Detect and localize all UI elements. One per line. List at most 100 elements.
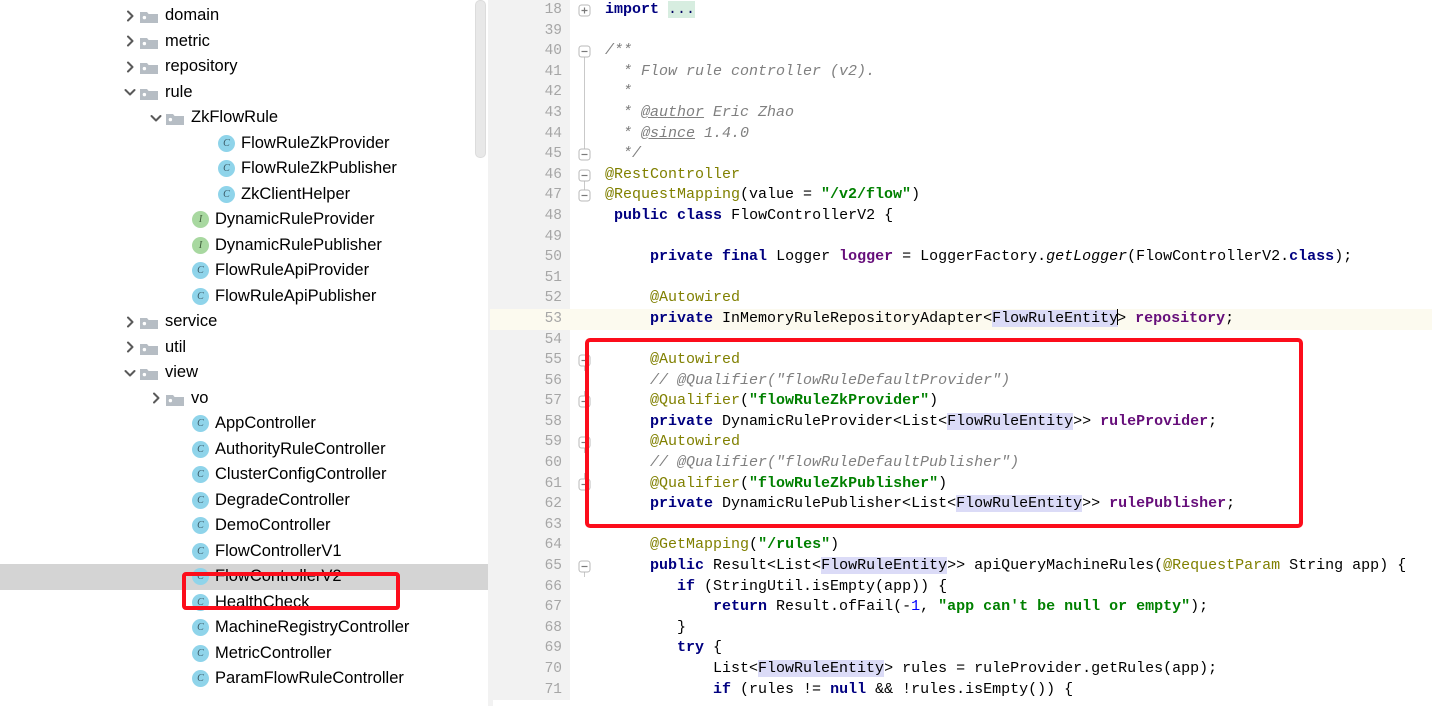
tree-item-zkclienthelper[interactable]: C ZkClientHelper: [0, 182, 490, 208]
tree-item-flowrulezkprovider[interactable]: C FlowRuleZkProvider: [0, 131, 490, 157]
tree-item-flowrulezkpublisher[interactable]: C FlowRuleZkPublisher: [0, 156, 490, 182]
chevron-down-icon[interactable]: [122, 365, 138, 381]
fold-marker[interactable]: [570, 350, 597, 371]
code-line[interactable]: 69 try {: [490, 638, 1432, 659]
code-line[interactable]: 68 }: [490, 617, 1432, 639]
code-line[interactable]: 57 @Qualifier("flowRuleZkProvider"): [490, 390, 1432, 412]
code-line[interactable]: 65 public Result<List<FlowRuleEntity>> a…: [490, 556, 1432, 577]
tree-item-label: FlowRuleApiProvider: [215, 261, 370, 279]
fold-marker[interactable]: [570, 143, 597, 165]
code-line[interactable]: 52 @Autowired: [490, 288, 1432, 309]
tree-item-label: DynamicRuleProvider: [215, 210, 375, 228]
code-line[interactable]: 49: [490, 226, 1432, 248]
chevron-right-icon[interactable]: [122, 8, 138, 24]
code-line[interactable]: 60 // @Qualifier("flowRuleDefaultPublish…: [490, 453, 1432, 474]
tree-item-clusterconfigcontroller[interactable]: C ClusterConfigController: [0, 462, 490, 488]
code-line[interactable]: 55 @Autowired: [490, 350, 1432, 371]
project-tree-list[interactable]: domain metric repository rule ZkFlowRule C Flo…: [0, 0, 490, 692]
tree-item-healthcheck[interactable]: C HealthCheck: [0, 590, 490, 616]
tree-item-view[interactable]: view: [0, 360, 490, 386]
tree-item-flowcontrollerv1[interactable]: C FlowControllerV1: [0, 539, 490, 565]
code-line[interactable]: 56 // @Qualifier("flowRuleDefaultProvide…: [490, 370, 1432, 392]
tree-item-dynamicruleprovider[interactable]: I DynamicRuleProvider: [0, 207, 490, 233]
tree-item-machineregistrycontroller[interactable]: C MachineRegistryController: [0, 615, 490, 641]
tree-item-label: HealthCheck: [215, 592, 310, 611]
tree-item-domain[interactable]: domain: [0, 3, 490, 29]
fold-marker[interactable]: [570, 473, 597, 495]
code-line[interactable]: 40 /**: [490, 41, 1432, 62]
code-line[interactable]: 43 * @author Eric Zhao: [490, 102, 1432, 124]
tree-item-metric[interactable]: metric: [0, 29, 490, 55]
code-text: if (StringUtil.isEmpty(app)) {: [677, 577, 948, 595]
code-line[interactable]: 58 private DynamicRuleProvider<List<Flow…: [490, 411, 1432, 433]
chevron-right-icon[interactable]: [148, 390, 164, 406]
code-line[interactable]: 63: [490, 514, 1432, 536]
tree-scrollbar[interactable]: [475, 0, 486, 706]
tree-item-metriccontroller[interactable]: C MetricController: [0, 641, 490, 667]
chevron-right-icon[interactable]: [122, 59, 138, 75]
code-line[interactable]: 54: [490, 329, 1432, 351]
tree-item-dynamicrulepublisher[interactable]: I DynamicRulePublisher: [0, 233, 490, 259]
code-line[interactable]: 62 private DynamicRulePublisher<List<Flo…: [490, 494, 1432, 515]
code-line[interactable]: 59 @Autowired: [490, 432, 1432, 454]
code-line[interactable]: 41 * Flow rule controller (v2).: [490, 61, 1432, 83]
chevron-down-icon[interactable]: [122, 84, 138, 100]
tree-item-paramflowrulecontroller[interactable]: C ParamFlowRuleController: [0, 666, 490, 692]
code-line[interactable]: 39: [490, 20, 1432, 42]
tree-item-authorityrulecontroller[interactable]: C AuthorityRuleController: [0, 437, 490, 463]
code-line[interactable]: 66 if (StringUtil.isEmpty(app)) {: [490, 576, 1432, 598]
code-line[interactable]: 53 private InMemoryRuleRepositoryAdapter…: [490, 308, 1432, 330]
tree-item-rule[interactable]: rule: [0, 80, 490, 106]
fold-marker[interactable]: [570, 184, 597, 206]
tree-item-vo[interactable]: vo: [0, 386, 490, 412]
code-line[interactable]: 51: [490, 267, 1432, 289]
tree-item-service[interactable]: service: [0, 309, 490, 335]
code-line[interactable]: 18 import ...: [490, 0, 1432, 21]
fold-marker[interactable]: [570, 0, 597, 21]
tree-item-flowruleapipublisher[interactable]: C FlowRuleApiPublisher: [0, 284, 490, 310]
code-line[interactable]: 70 List<FlowRuleEntity> rules = ruleProv…: [490, 659, 1432, 680]
chevron-right-icon[interactable]: [122, 314, 138, 330]
code-line[interactable]: 50 private final Logger logger = LoggerF…: [490, 247, 1432, 268]
tree-item-flowcontrollerv2[interactable]: C FlowControllerV2: [0, 564, 490, 590]
tree-arrow-placeholder: [174, 492, 190, 508]
chevron-right-icon[interactable]: [122, 33, 138, 49]
tree-item-degradecontroller[interactable]: C DegradeController: [0, 488, 490, 514]
fold-gutter: [570, 370, 597, 392]
code-line[interactable]: 42 *: [490, 82, 1432, 103]
tree-item-repository[interactable]: repository: [0, 54, 490, 80]
tree-scrollbar-thumb[interactable]: [475, 0, 486, 158]
chevron-down-icon[interactable]: [148, 110, 164, 126]
code-text: @Autowired: [650, 351, 741, 369]
tree-item-flowruleapiprovider[interactable]: C FlowRuleApiProvider: [0, 258, 490, 284]
code-line[interactable]: 46 @RestController: [490, 164, 1432, 186]
fold-marker[interactable]: [570, 41, 597, 62]
tree-item-label: service: [165, 312, 218, 330]
line-number: 70: [490, 659, 570, 680]
tree-item-util[interactable]: util: [0, 335, 490, 361]
fold-gutter: [570, 576, 597, 598]
chevron-right-icon[interactable]: [122, 339, 138, 355]
code-line[interactable]: 67 return Result.ofFail(-1, "app can't b…: [490, 597, 1432, 618]
code-line[interactable]: 64 @GetMapping("/rules"): [490, 535, 1432, 557]
tree-item-democontroller[interactable]: C DemoController: [0, 513, 490, 539]
tree-arrow-placeholder: [174, 288, 190, 304]
fold-gutter: [570, 453, 597, 474]
project-tree-panel[interactable]: domain metric repository rule ZkFlowRule C Flo…: [0, 0, 490, 706]
fold-marker[interactable]: [570, 164, 597, 186]
code-line[interactable]: 48 public class FlowControllerV2 {: [490, 205, 1432, 227]
fold-marker[interactable]: [570, 390, 597, 412]
fold-marker[interactable]: [570, 556, 597, 577]
tree-item-appcontroller[interactable]: C AppController: [0, 411, 490, 437]
code-line[interactable]: 44 * @since 1.4.0: [490, 123, 1432, 145]
code-line[interactable]: 47 @RequestMapping(value = "/v2/flow"): [490, 184, 1432, 206]
code-lines[interactable]: 18 import ... 39 40/** 41 * Flow rule contro…: [490, 0, 1432, 701]
fold-marker[interactable]: [570, 432, 597, 454]
code-line[interactable]: 71 if (rules != null && !rules.isEmpty()…: [490, 679, 1432, 701]
code-editor[interactable]: 18 import ... 39 40/** 41 * Flow rule contro…: [490, 0, 1432, 706]
code-text: @GetMapping("/rules"): [650, 536, 840, 554]
tree-item-zkflowrule[interactable]: ZkFlowRule: [0, 105, 490, 131]
code-line[interactable]: 45 */: [490, 143, 1432, 165]
code-line[interactable]: 61 @Qualifier("flowRuleZkPublisher"): [490, 473, 1432, 495]
